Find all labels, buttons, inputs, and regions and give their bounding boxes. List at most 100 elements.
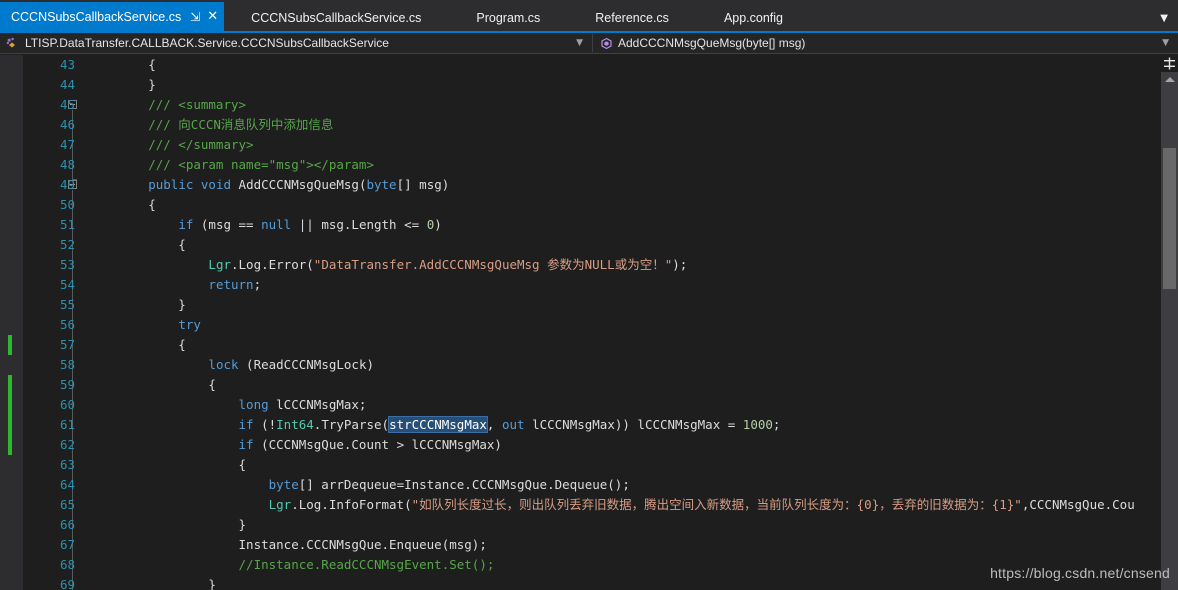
code-token: Lgr [208, 257, 231, 272]
watermark-url: https://blog.csdn.net/cnsend [990, 565, 1170, 581]
editor-tab-1[interactable]: CCCNSubsCallbackService.cs [240, 4, 431, 31]
editor-tab-label: App.config [723, 10, 784, 25]
type-dropdown[interactable]: LTISP.DataTransfer.CALLBACK.Service.CCCN… [0, 33, 592, 53]
line-number: 61 [59, 417, 75, 432]
line-number: 66 [59, 517, 75, 532]
code-line[interactable]: return; [88, 275, 261, 295]
code-line[interactable]: } [88, 75, 156, 95]
code-token: lock [208, 357, 239, 372]
editor-tab-label: Reference.cs [595, 10, 669, 25]
editor-tab-0[interactable]: CCCNSubsCallbackService.cs ⇲ ✕ [0, 2, 225, 31]
line-number: 64 [59, 477, 75, 492]
line-number: 46 [59, 117, 75, 132]
vertical-scrollbar[interactable] [1161, 55, 1178, 590]
code-token: (! [253, 417, 277, 432]
code-token: { [88, 57, 156, 72]
line-number: 55 [59, 297, 75, 312]
code-token: ,CCCNMsgQue.Cou [1021, 497, 1135, 512]
line-number: 51 [59, 217, 75, 232]
line-number: 47 [59, 137, 75, 152]
code-token: [] msg) [396, 177, 450, 192]
code-token: /// 向CCCN消息队列中添加信息 [88, 117, 334, 132]
code-line[interactable]: } [88, 295, 186, 315]
code-token: , [486, 417, 502, 432]
code-token: try [178, 317, 201, 332]
code-token: "DataTransfer.AddCCCNMsgQueMsg 参数为NULL或为… [313, 257, 673, 272]
close-icon[interactable]: ✕ [207, 10, 218, 23]
code-line[interactable]: try [88, 315, 201, 335]
line-number: 43 [59, 57, 75, 72]
member-dropdown[interactable]: AddCCCNMsgQueMsg(byte[] msg) ▼ [593, 33, 1178, 53]
code-line[interactable]: lock (ReadCCCNMsgLock) [88, 355, 374, 375]
code-token: || msg.Length <= [291, 217, 427, 232]
code-token: if [238, 417, 254, 432]
scrollbar-thumb[interactable] [1163, 148, 1176, 289]
line-number: 57 [59, 337, 75, 352]
code-line[interactable]: long lCCCNMsgMax; [88, 395, 367, 415]
code-token: (msg == [193, 217, 262, 232]
class-icon [5, 36, 21, 50]
method-icon [598, 36, 614, 50]
line-number: 56 [59, 317, 75, 332]
code-line[interactable]: public void AddCCCNMsgQueMsg(byte[] msg) [88, 175, 449, 195]
code-line[interactable]: //Instance.ReadCCCNMsgEvent.Set(); [88, 555, 495, 575]
arrow-up-icon[interactable] [1161, 72, 1178, 87]
selected-token: strCCCNMsgMax [388, 416, 488, 433]
chevron-down-icon[interactable]: ▼ [570, 38, 592, 48]
code-token: Instance.CCCNMsgQue.Enqueue(msg); [88, 537, 487, 552]
line-number: 48 [59, 157, 75, 172]
code-line[interactable]: if (!Int64.TryParse(strCCCNMsgMax, out l… [88, 415, 780, 435]
code-line[interactable]: byte[] arrDequeue=Instance.CCCNMsgQue.De… [88, 475, 630, 495]
code-token: lCCCNMsgMax; [268, 397, 367, 412]
code-line[interactable]: if (CCCNMsgQue.Count > lCCCNMsgMax) [88, 435, 502, 455]
code-token: lCCCNMsgMax)) lCCCNMsgMax = [524, 417, 743, 432]
split-view-icon[interactable] [1161, 55, 1178, 72]
code-line[interactable]: Lgr.Log.InfoFormat("如队列长度过长，则出队列丢弃旧数据，腾出… [88, 495, 1135, 515]
code-token: { [88, 197, 156, 212]
code-editor[interactable]: 43 {44 } 45 /// <summary> 46 /// 向CCCN消息队列… [0, 55, 1178, 590]
code-token: { [88, 457, 247, 472]
code-line[interactable]: /// </summary> [88, 135, 253, 155]
code-token: .Log.InfoFormat( [291, 497, 412, 512]
member-dropdown-label: AddCCCNMsgQueMsg(byte[] msg) [618, 36, 806, 50]
code-line[interactable]: { [88, 235, 186, 255]
code-line[interactable]: { [88, 375, 216, 395]
line-number: 63 [59, 457, 75, 472]
code-token: return [208, 277, 254, 292]
code-line[interactable]: /// 向CCCN消息队列中添加信息 [88, 115, 333, 135]
code-line[interactable]: Lgr.Log.Error("DataTransfer.AddCCCNMsgQu… [88, 255, 687, 275]
code-line[interactable]: { [88, 455, 247, 475]
editor-tab-label: CCCNSubsCallbackService.cs [251, 10, 422, 25]
code-text-area[interactable]: 43 {44 } 45 /// <summary> 46 /// 向CCCN消息队列… [0, 55, 1152, 590]
code-token: //Instance.ReadCCCNMsgEvent.Set(); [88, 557, 495, 572]
code-token: /// <summary> [88, 97, 247, 112]
code-line[interactable]: } [88, 575, 216, 590]
code-token: AddCCCNMsgQueMsg( [231, 177, 367, 192]
code-line[interactable]: } [88, 515, 247, 535]
chevron-down-icon[interactable]: ▼ [1160, 14, 1178, 31]
editor-tab-3[interactable]: Reference.cs [584, 4, 679, 31]
editor-tab-4[interactable]: App.config [713, 4, 793, 31]
editor-tab-2[interactable]: Program.cs [465, 4, 550, 31]
navigation-bar: LTISP.DataTransfer.CALLBACK.Service.CCCN… [0, 33, 1178, 54]
code-line[interactable]: { [88, 195, 156, 215]
code-token: .TryParse( [313, 417, 390, 432]
code-token: } [88, 77, 156, 92]
line-number: 69 [59, 577, 75, 590]
pin-icon[interactable]: ⇲ [190, 11, 200, 23]
code-line[interactable]: /// <summary> [88, 95, 246, 115]
code-token: null [261, 217, 292, 232]
code-line[interactable]: { [88, 55, 156, 75]
code-token: } [88, 577, 216, 590]
chevron-down-icon[interactable]: ▼ [1156, 38, 1178, 48]
code-line[interactable]: if (msg == null || msg.Length <= 0) [88, 215, 441, 235]
code-line[interactable]: Instance.CCCNMsgQue.Enqueue(msg); [88, 535, 487, 555]
code-line[interactable]: { [88, 335, 186, 355]
code-token: byte [366, 177, 397, 192]
code-line[interactable]: /// <param name="msg"></param> [88, 155, 374, 175]
